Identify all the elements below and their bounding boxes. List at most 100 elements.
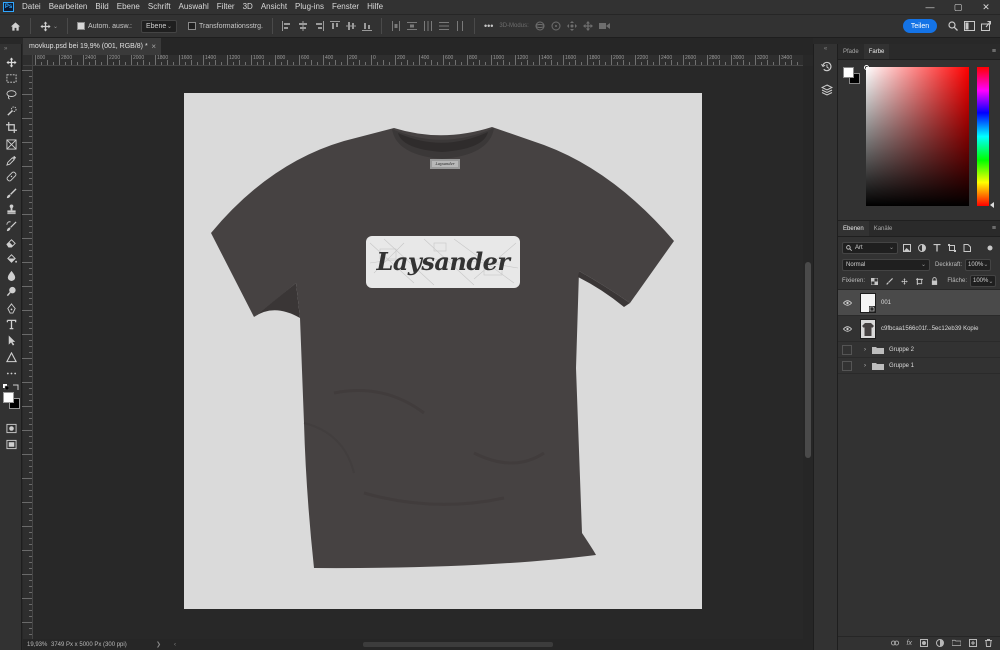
menu-ebene[interactable]: Ebene <box>113 0 144 14</box>
distribute-2-button[interactable] <box>404 18 420 34</box>
color-picker-marker[interactable] <box>864 65 869 70</box>
auto-select-toggle[interactable]: Autom. ausw.: <box>74 18 135 34</box>
layer-name[interactable]: c9fbcaa1566c01f...5ec12eb39 Kopie <box>881 326 978 332</box>
hue-slider-handle[interactable] <box>990 202 994 208</box>
search-button[interactable] <box>945 18 961 34</box>
vertical-ruler[interactable] <box>22 66 33 639</box>
blend-mode-dropdown[interactable]: Normal ⌄ <box>842 258 930 271</box>
visibility-toggle[interactable] <box>838 299 856 306</box>
distribute-3-button[interactable] <box>420 18 436 34</box>
link-layers-button[interactable] <box>890 640 899 648</box>
paint-bucket-tool[interactable] <box>0 251 22 267</box>
expand-group-icon[interactable]: › <box>860 363 870 369</box>
layer-group-row[interactable]: › Gruppe 2 <box>838 342 1000 358</box>
lock-position-button[interactable] <box>898 275 910 287</box>
shape-tool[interactable] <box>0 349 22 365</box>
canvas-area[interactable]: Laysander Laysander <box>34 67 803 639</box>
layer-name[interactable]: Gruppe 1 <box>889 363 914 369</box>
layer-filter-dropdown[interactable]: Art ⌄ <box>842 241 898 254</box>
screen-mode-button[interactable] <box>0 436 22 452</box>
edit-toolbar-button[interactable] <box>0 365 22 381</box>
lock-pixels-button[interactable] <box>883 275 895 287</box>
move-tool[interactable] <box>0 54 22 70</box>
transform-controls-toggle[interactable]: Transformationsstrg. <box>185 18 266 34</box>
more-options-button[interactable]: ••• <box>481 18 496 34</box>
menu-bild[interactable]: Bild <box>91 0 112 14</box>
vertical-scrollbar[interactable] <box>803 66 813 639</box>
menu-schrift[interactable]: Schrift <box>144 0 175 14</box>
document-info[interactable]: 3749 Px x 5000 Px (300 ppi) <box>51 642 156 648</box>
healing-brush-tool[interactable] <box>0 169 22 185</box>
menu-ansicht[interactable]: Ansicht <box>257 0 291 14</box>
document-tab[interactable]: movkup.psd bei 19,9% (001, RGB/8) * × <box>23 38 161 55</box>
menu-plugins[interactable]: Plug-ins <box>291 0 328 14</box>
lock-all-button[interactable] <box>928 275 940 287</box>
layer-row[interactable]: c9fbcaa1566c01f...5ec12eb39 Kopie <box>838 316 1000 342</box>
opacity-input[interactable]: 100% ⌄ <box>965 258 992 271</box>
menu-3d[interactable]: 3D <box>239 0 257 14</box>
path-selection-tool[interactable] <box>0 333 22 349</box>
adjustment-layer-button[interactable] <box>936 638 944 649</box>
menu-auswahl[interactable]: Auswahl <box>175 0 213 14</box>
fill-input[interactable]: 100% ⌄ <box>970 275 996 287</box>
align-hcenter-button[interactable] <box>295 18 311 34</box>
delete-layer-button[interactable] <box>985 638 992 649</box>
lasso-tool[interactable] <box>0 87 22 103</box>
filter-pixel-button[interactable] <box>901 242 913 254</box>
eraser-tool[interactable] <box>0 234 22 250</box>
close-tab-icon[interactable]: × <box>151 42 156 51</box>
3d-roll-button[interactable] <box>548 18 564 34</box>
home-button[interactable] <box>6 18 24 34</box>
share-export-button[interactable] <box>978 18 994 34</box>
workspace-button[interactable] <box>961 18 978 34</box>
lock-artboard-button[interactable] <box>913 275 925 287</box>
filter-smart-object-button[interactable] <box>961 242 973 254</box>
layer-style-button[interactable]: fx <box>907 640 912 647</box>
align-left-button[interactable] <box>279 18 295 34</box>
clone-stamp-tool[interactable] <box>0 202 22 218</box>
panel-menu-icon[interactable]: ≡ <box>992 221 996 236</box>
filter-adjustment-button[interactable] <box>916 242 928 254</box>
menu-datei[interactable]: Datei <box>18 0 45 14</box>
distribute-4-button[interactable] <box>436 18 452 34</box>
share-button[interactable]: Teilen <box>903 19 937 33</box>
visibility-toggle[interactable] <box>842 344 852 355</box>
quick-mask-button[interactable] <box>0 420 22 436</box>
quick-selection-tool[interactable] <box>0 103 22 119</box>
horizontal-scroll-thumb[interactable] <box>363 642 553 647</box>
visibility-toggle[interactable] <box>842 360 852 371</box>
menu-hilfe[interactable]: Hilfe <box>363 0 387 14</box>
history-brush-tool[interactable] <box>0 218 22 234</box>
brush-tool[interactable] <box>0 185 22 201</box>
visibility-toggle[interactable] <box>838 325 856 332</box>
align-top-button[interactable] <box>327 18 343 34</box>
dodge-tool[interactable] <box>0 283 22 299</box>
swap-colors-icon[interactable] <box>13 384 19 390</box>
foreground-color-swatch[interactable] <box>843 67 854 78</box>
tab-layers[interactable]: Ebenen <box>838 221 869 236</box>
filter-shape-button[interactable] <box>946 242 958 254</box>
distribute-1-button[interactable] <box>388 18 404 34</box>
filter-type-button[interactable] <box>931 242 943 254</box>
frame-tool[interactable] <box>0 136 22 152</box>
align-vcenter-button[interactable] <box>343 18 359 34</box>
tab-channels[interactable]: Kanäle <box>869 221 898 236</box>
ruler-origin[interactable] <box>23 55 33 66</box>
layer-group-row[interactable]: › Gruppe 1 <box>838 358 1000 374</box>
collapse-toolbar-icon[interactable]: » <box>0 44 21 54</box>
eyedropper-tool[interactable] <box>0 152 22 168</box>
panel-menu-icon[interactable]: ≡ <box>992 44 996 59</box>
default-colors-icon[interactable] <box>3 383 9 390</box>
minimize-button[interactable]: — <box>916 2 944 13</box>
maximize-button[interactable]: ▢ <box>944 2 972 13</box>
menu-fenster[interactable]: Fenster <box>328 0 363 14</box>
collapse-dock-icon[interactable]: « <box>814 44 837 54</box>
filter-toggle[interactable] <box>984 242 996 254</box>
tab-color[interactable]: Farbe <box>863 44 890 59</box>
menu-filter[interactable]: Filter <box>213 0 239 14</box>
type-tool[interactable] <box>0 316 22 332</box>
3d-orbit-button[interactable] <box>532 18 548 34</box>
photoshop-logo[interactable]: Ps <box>3 2 14 12</box>
add-mask-button[interactable] <box>920 638 928 649</box>
auto-select-checkbox[interactable] <box>77 22 86 30</box>
